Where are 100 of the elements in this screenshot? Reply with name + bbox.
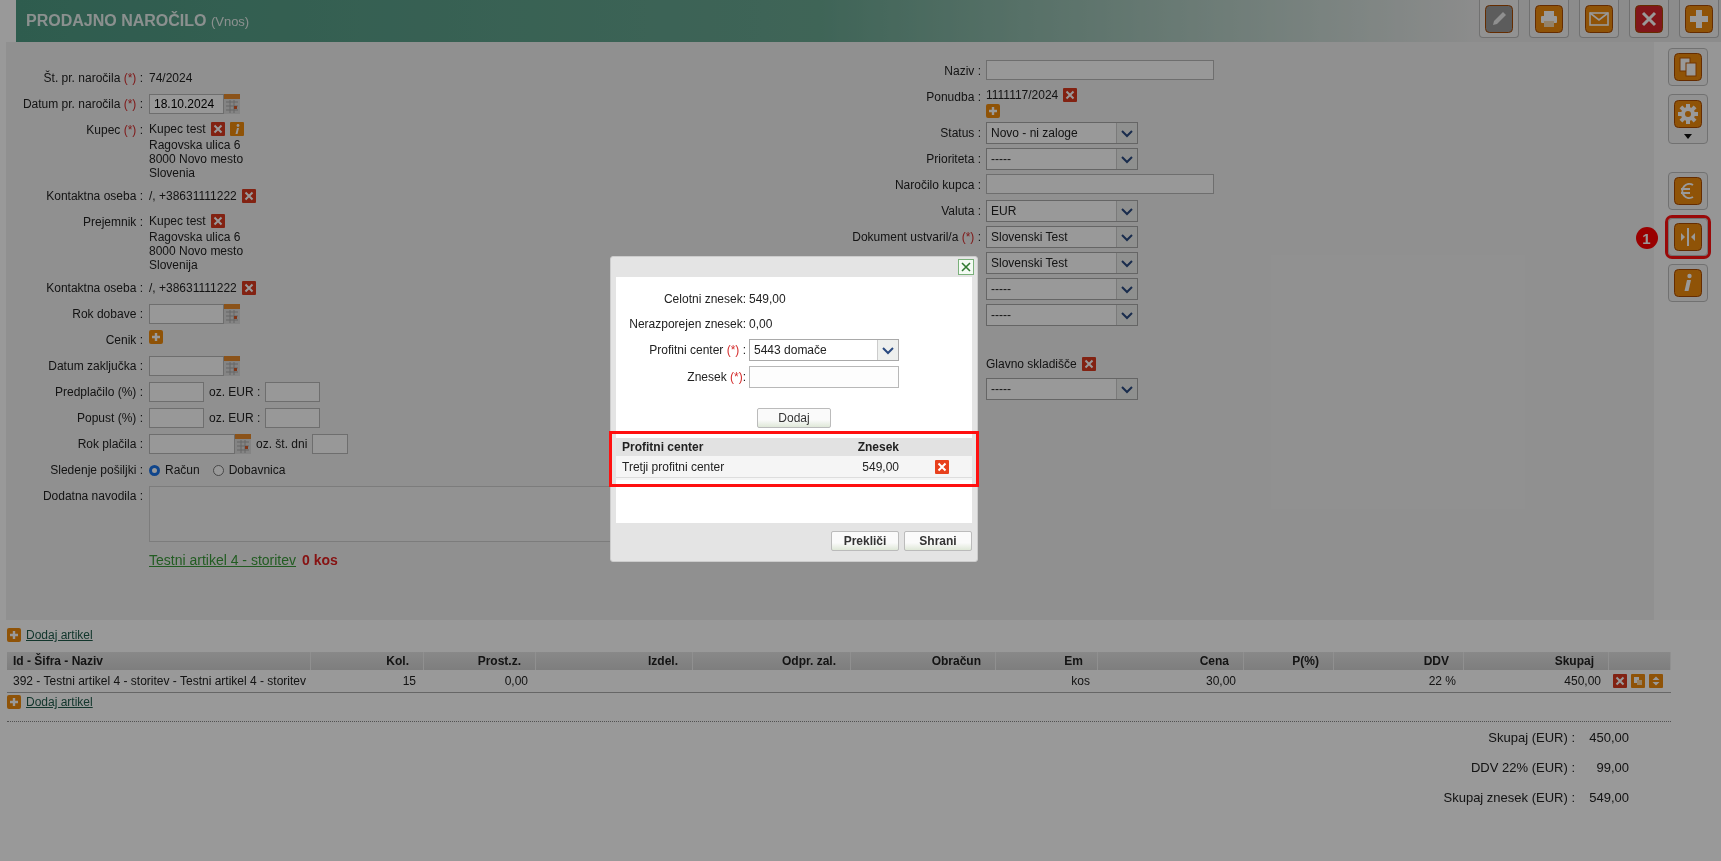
add-button[interactable]: Dodaj [757, 408, 831, 428]
percent-field[interactable] [149, 408, 204, 428]
close-button[interactable] [958, 259, 974, 275]
offer-number: 1111117/2024 [986, 87, 1059, 104]
add-article-link[interactable]: Dodaj artikel [26, 695, 93, 709]
copy-button[interactable] [1667, 48, 1708, 86]
date-field[interactable] [149, 356, 224, 376]
copy-icon[interactable] [1631, 674, 1645, 688]
eur-label: oz. EUR : [209, 410, 261, 427]
text-field[interactable] [986, 174, 1214, 194]
calendar-icon[interactable] [224, 304, 240, 324]
field-label: Prioriteta : [925, 151, 981, 168]
chevron-down-icon [1116, 227, 1137, 247]
pencil-icon [1485, 4, 1513, 33]
table-cell-text: kos [1070, 674, 1091, 688]
date-field[interactable] [149, 434, 235, 454]
eur-label: oz. EUR : [209, 384, 261, 401]
radio-option[interactable]: Račun [149, 460, 200, 480]
split-button[interactable] [1667, 218, 1708, 256]
remove-icon[interactable] [1063, 88, 1078, 102]
add-button[interactable] [1679, 0, 1719, 38]
remove-icon[interactable] [210, 214, 225, 228]
dropdown[interactable]: ----- [986, 278, 1138, 300]
chevron-down-icon [1116, 201, 1137, 221]
total-value: 99,00 [1595, 760, 1629, 776]
column-header: Id - Šifra - Naziv [7, 652, 311, 670]
cancel-button[interactable]: Prekliči [831, 531, 899, 551]
radio-option[interactable]: Dobavnica [212, 460, 286, 480]
info-icon[interactable] [229, 122, 244, 136]
table-cell-text: Tretji profitni center [621, 459, 726, 474]
total-value: 549,00 [1588, 790, 1629, 806]
dropdown[interactable]: Slovenski Test [986, 226, 1138, 248]
column-header: Izdel. [536, 652, 693, 670]
dropdown[interactable]: ----- [986, 148, 1138, 170]
column-header: Cena [1098, 652, 1244, 670]
amount-field[interactable] [265, 408, 321, 428]
dropdown[interactable]: ----- [986, 304, 1138, 326]
save-button[interactable]: Shrani [904, 531, 972, 551]
dropdown[interactable]: Novo - ni zaloge [986, 122, 1138, 144]
remove-icon[interactable] [241, 281, 256, 295]
split-arrows-icon [1673, 223, 1702, 251]
add-article-link[interactable]: Dodaj artikel [26, 628, 93, 642]
field-value: 74/2024 [149, 70, 193, 87]
column-header: Kol. [311, 652, 424, 670]
contact-value: /, +38631111222 [149, 188, 237, 205]
chevron-down-icon [1116, 123, 1137, 143]
date-field[interactable]: 18.10.2024 [149, 94, 224, 114]
percent-field[interactable] [149, 382, 204, 402]
date-field[interactable] [149, 304, 224, 324]
remove-icon[interactable] [1081, 357, 1096, 371]
dropdown[interactable]: EUR [986, 200, 1138, 222]
envelope-icon [1585, 4, 1613, 33]
move-icon[interactable] [1649, 674, 1663, 688]
column-header: Profitni center [621, 439, 705, 456]
field-label: Prejemnik : [81, 214, 143, 231]
party-name: Kupec test [149, 213, 206, 230]
field-label: Dokument ustvaril/a (*) : [851, 229, 981, 246]
calendar-icon[interactable] [235, 434, 251, 454]
dropdown[interactable]: Slovenski Test [986, 252, 1138, 274]
settings-button[interactable] [1667, 94, 1708, 144]
field-label: Popust (%) : [75, 410, 143, 427]
remove-icon[interactable] [241, 189, 256, 203]
column-header: Em [996, 652, 1098, 670]
euro-icon [1673, 177, 1702, 205]
address-line: Ragovska ulica 6 [149, 230, 242, 244]
remove-icon[interactable] [1613, 674, 1627, 688]
field-label: Rok dobave : [71, 306, 143, 323]
stock-quantity: 0 kos [302, 552, 338, 568]
address-line: Slovenia [149, 166, 197, 180]
field-label: Kontaktna oseba : [45, 188, 143, 205]
add-icon[interactable] [7, 695, 21, 709]
field-label: Predplačilo (%) : [53, 384, 143, 401]
amount-field[interactable] [265, 382, 321, 402]
remove-icon[interactable] [934, 459, 949, 474]
profit-center-dropdown[interactable]: 5443 domače [749, 339, 899, 361]
calendar-icon[interactable] [224, 94, 240, 114]
add-icon[interactable] [7, 628, 21, 642]
amount-field[interactable] [749, 366, 899, 388]
info-button[interactable] [1667, 264, 1708, 302]
close-button[interactable] [1629, 0, 1669, 38]
text-field[interactable] [986, 60, 1214, 80]
table-cell-text: 15 [401, 674, 417, 688]
print-button[interactable] [1529, 0, 1569, 38]
currency-button[interactable] [1667, 172, 1708, 210]
dropdown[interactable]: ----- [986, 378, 1138, 400]
remove-icon[interactable] [210, 122, 225, 136]
printer-icon [1535, 4, 1563, 33]
total-label: Skupaj (EUR) : [1488, 730, 1575, 746]
total-value: 450,00 [1588, 730, 1629, 746]
calendar-icon[interactable] [224, 356, 240, 376]
contact-value: /, +38631111222 [149, 280, 237, 297]
days-field[interactable] [312, 434, 349, 454]
email-button[interactable] [1579, 0, 1619, 38]
add-icon[interactable] [149, 330, 163, 344]
table-cell-text: 22 % [1427, 674, 1457, 688]
column-header: DDV [1334, 652, 1464, 670]
add-icon[interactable] [986, 104, 1000, 118]
address-line: Slovenija [149, 258, 199, 272]
field-label: Kupec (*) : [85, 122, 143, 139]
field-label: Nerazporejen znesek: [628, 316, 746, 333]
